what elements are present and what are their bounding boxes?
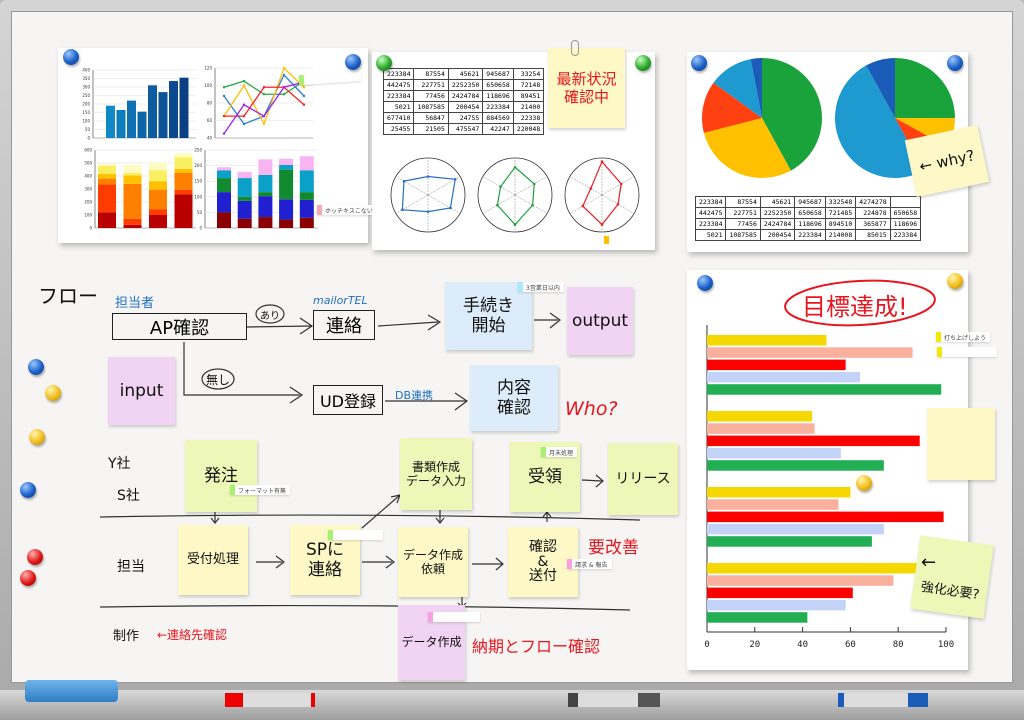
sticky-release: リリース (608, 443, 678, 515)
magnet[interactable] (63, 49, 79, 65)
red-marker[interactable] (225, 693, 315, 707)
procedure-tag: 3営業日以内 (518, 282, 564, 292)
sticky-input: input (108, 357, 175, 425)
magnet[interactable] (635, 55, 651, 71)
owner-label: 担当者 (115, 296, 155, 311)
deadline-check-note: 納期とフロー確認 (472, 637, 601, 656)
order-tag: フォーマット有無 (230, 485, 291, 495)
magnet[interactable] (947, 55, 963, 71)
magnet[interactable] (27, 549, 43, 565)
magnet[interactable] (20, 482, 36, 498)
magnet[interactable] (947, 273, 963, 289)
lane-staff: 担当 (117, 559, 145, 575)
no-label: 無し (206, 373, 231, 387)
black-marker[interactable] (568, 693, 660, 707)
flow-title: フロー (38, 284, 98, 308)
receipt-tag: 月末処理 (541, 447, 578, 457)
blue-marker[interactable] (838, 693, 928, 707)
ap-check-box: AP確認 (112, 313, 247, 340)
magnet[interactable] (20, 570, 36, 586)
contact-check-note: ←連絡先確認 (157, 628, 228, 642)
lane-s-company: S社 (117, 488, 140, 504)
lane-y-company: Y社 (108, 456, 131, 472)
magnet[interactable] (345, 54, 361, 70)
magnet[interactable] (45, 385, 61, 401)
magnet[interactable] (856, 475, 872, 491)
data-create-tag-blank (428, 612, 480, 622)
sticky-data-request: データ作成 依頼 (398, 527, 468, 597)
sticky-procedure-start: 手続き 開始 (445, 282, 532, 350)
eraser[interactable] (25, 680, 118, 702)
magnet[interactable] (691, 55, 707, 71)
magnet[interactable] (29, 429, 45, 445)
sticky-order: 発注 (185, 440, 257, 512)
yes-label: あり (260, 311, 280, 322)
sp-tag-blank (328, 530, 383, 540)
contact-box: 連絡 (313, 310, 375, 340)
confirm-tag: 請求 & 報告 (567, 559, 612, 569)
sticky-reception: 受付処理 (178, 525, 248, 595)
mail-tel-label: mailorTEL (313, 294, 368, 307)
sticky-output: output (567, 287, 633, 355)
magnet[interactable] (28, 359, 44, 375)
who-note: Who? (565, 398, 618, 420)
magnet[interactable] (376, 55, 392, 71)
ud-register-box: UD登録 (313, 385, 383, 415)
sticky-content-check: 内容 確認 (470, 365, 558, 431)
db-link-label: DB連携 (395, 389, 434, 402)
needs-improvement-note: 要改善 (588, 538, 639, 558)
magnet[interactable] (697, 275, 713, 291)
sticky-docs-input: 書類作成 データ入力 (400, 438, 472, 510)
lane-production: 制作 (113, 629, 140, 644)
